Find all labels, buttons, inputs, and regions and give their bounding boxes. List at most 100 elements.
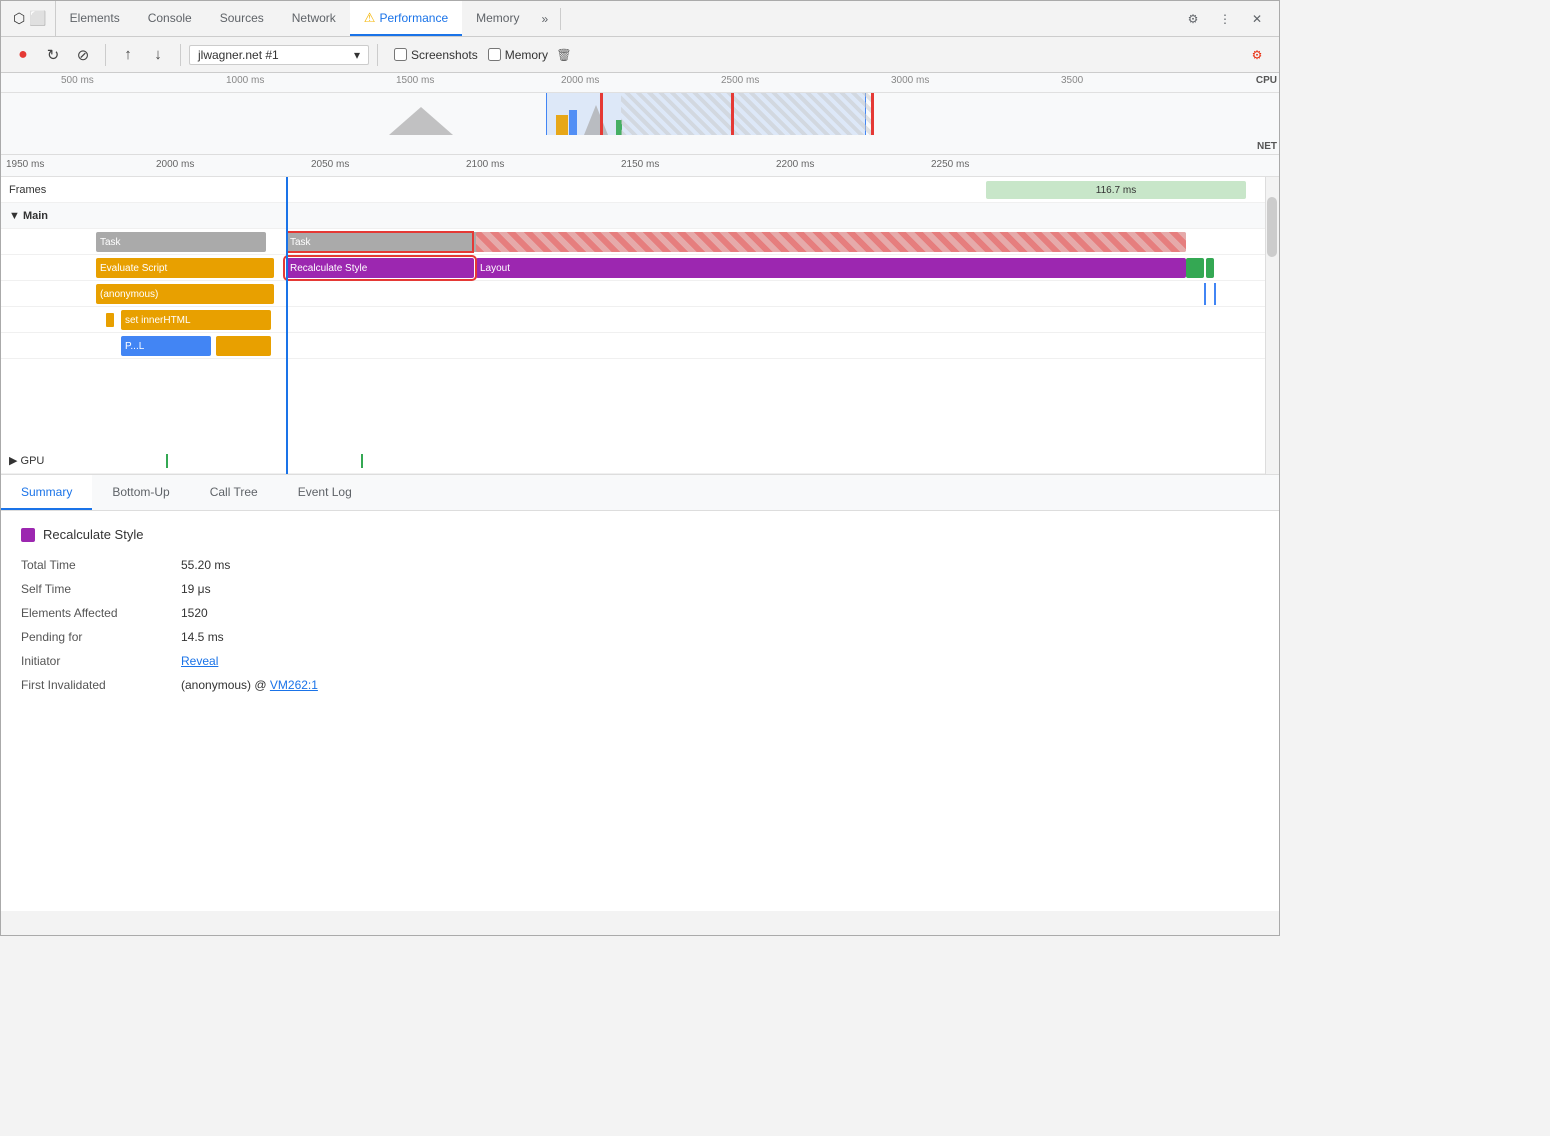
- total-time-label: Total Time: [21, 558, 181, 572]
- screenshots-checkbox[interactable]: [394, 48, 407, 61]
- tab-memory[interactable]: Memory: [462, 1, 533, 36]
- layout-bar[interactable]: Layout: [476, 258, 1186, 278]
- vm262-link[interactable]: VM262:1: [270, 678, 318, 692]
- first-invalidated-value: (anonymous) @ VM262:1: [181, 678, 318, 692]
- warning-icon: ⚠: [364, 10, 376, 26]
- frames-label: Frames: [1, 177, 86, 203]
- detail-timeline[interactable]: 1950 ms 2000 ms 2050 ms 2100 ms 2150 ms …: [1, 155, 1279, 475]
- more-options-button[interactable]: ⋮: [1211, 5, 1239, 33]
- recalculate-style-bar[interactable]: Recalculate Style: [286, 258, 474, 278]
- tab-call-tree[interactable]: Call Tree: [190, 475, 278, 510]
- settings-button[interactable]: ⚙: [1179, 5, 1207, 33]
- download-icon: ↓: [154, 46, 162, 63]
- initiator-label: Initiator: [21, 654, 181, 668]
- blue-line-1: [1204, 283, 1206, 305]
- pl-label: [1, 333, 86, 359]
- self-time-value: 19 μs: [181, 582, 211, 596]
- pl-bar[interactable]: P...L: [121, 336, 211, 356]
- gpu-tick-1: [166, 454, 168, 468]
- green-bar-1: [1186, 258, 1204, 278]
- timeline-overview[interactable]: 500 ms 1000 ms 1500 ms 2000 ms 2500 ms 3…: [1, 73, 1279, 155]
- green-bar-2: [1206, 258, 1214, 278]
- screenshots-checkbox-label[interactable]: Screenshots: [394, 48, 478, 62]
- self-time-label: Self Time: [21, 582, 181, 596]
- main-label[interactable]: ▼ Main: [1, 203, 86, 229]
- initiator-reveal-link[interactable]: Reveal: [181, 654, 218, 668]
- evaluate-label: [1, 255, 86, 281]
- ruler-tick-3000: 3000 ms: [891, 75, 929, 86]
- detail-tick-2200: 2200 ms: [776, 159, 814, 170]
- evaluate-recalculate-row: Evaluate Script Recalculate Style Layout: [86, 255, 1279, 281]
- summary-content: Recalculate Style Total Time 55.20 ms Se…: [1, 511, 1279, 911]
- scrollbar-thumb[interactable]: [1267, 197, 1277, 257]
- tab-bottom-up[interactable]: Bottom-Up: [92, 475, 189, 510]
- frames-row: 116.7 ms: [86, 177, 1279, 203]
- summary-color-swatch: [21, 528, 35, 542]
- yellow-small-bar: [216, 336, 271, 356]
- small-yellow-marker: [106, 313, 114, 327]
- cursor-icon: ⬡: [13, 10, 25, 27]
- initiator-row: Initiator Reveal: [21, 654, 1259, 668]
- gpu-content: [86, 448, 1279, 473]
- elements-affected-value: 1520: [181, 606, 208, 620]
- set-innerhtml-row: set innerHTML: [86, 307, 1279, 333]
- ruler-tick-2500: 2500 ms: [721, 75, 759, 86]
- first-invalidated-anon: (anonymous) @ VM262:1: [181, 678, 318, 692]
- tab-performance[interactable]: ⚠ Performance: [350, 1, 462, 36]
- cpu-shape-blue: [569, 110, 577, 135]
- performance-settings-button[interactable]: ⚙: [1243, 41, 1271, 69]
- task-bar-1[interactable]: Task: [96, 232, 266, 252]
- toolbar-separator-1: [105, 44, 106, 66]
- record-button[interactable]: ●: [9, 41, 37, 69]
- tab-right-icons: ⚙ ⋮ ✕: [1179, 5, 1275, 33]
- set-innerhtml-bar[interactable]: set innerHTML: [121, 310, 271, 330]
- ruler-tick-2000: 2000 ms: [561, 75, 599, 86]
- total-time-row: Total Time 55.20 ms: [21, 558, 1259, 572]
- tab-elements[interactable]: Elements: [56, 1, 134, 36]
- cpu-shape-1: [381, 107, 461, 135]
- tab-sources[interactable]: Sources: [206, 1, 278, 36]
- detail-tick-2100: 2100 ms: [466, 159, 504, 170]
- ruler-tick-500: 500 ms: [61, 75, 94, 86]
- task-row-1: Task Task: [86, 229, 1279, 255]
- tab-icons: ⬡ ⬜: [5, 1, 56, 36]
- bottom-panel: Summary Bottom-Up Call Tree Event Log Re…: [1, 475, 1279, 911]
- tab-network[interactable]: Network: [278, 1, 350, 36]
- timeline-rows-container: 116.7 ms Task Task Evaluate Script R: [86, 177, 1279, 359]
- close-button[interactable]: ✕: [1243, 5, 1271, 33]
- inspect-icon[interactable]: ⬜: [29, 10, 46, 27]
- frame-bar[interactable]: 116.7 ms: [986, 181, 1246, 199]
- tab-more-button[interactable]: »: [533, 12, 556, 26]
- upload-button[interactable]: ↑: [114, 41, 142, 69]
- detail-tick-2250: 2250 ms: [931, 159, 969, 170]
- gpu-row[interactable]: ▶ GPU: [1, 448, 1279, 474]
- clear-button[interactable]: ⊘: [69, 41, 97, 69]
- performance-toolbar: ● ↻ ⊘ ↑ ↓ jlwagner.net #1 ▾ Screenshots …: [1, 37, 1279, 73]
- tab-summary[interactable]: Summary: [1, 475, 92, 510]
- blue-line-2: [1214, 283, 1216, 305]
- reload-button[interactable]: ↻: [39, 41, 67, 69]
- pending-for-value: 14.5 ms: [181, 630, 224, 644]
- ruler-spacer: [1, 155, 86, 177]
- tab-event-log[interactable]: Event Log: [278, 475, 372, 510]
- profile-selector[interactable]: jlwagner.net #1 ▾: [189, 45, 369, 65]
- red-mark-3: [871, 93, 874, 135]
- detail-tick-2150: 2150 ms: [621, 159, 659, 170]
- red-mark-2: [731, 93, 734, 135]
- gpu-label[interactable]: ▶ GPU: [1, 454, 86, 467]
- clear-icon: ⊘: [77, 46, 90, 64]
- red-mark-1: [600, 93, 603, 135]
- row-labels: Frames ▼ Main: [1, 155, 86, 359]
- evaluate-script-bar[interactable]: Evaluate Script: [96, 258, 274, 278]
- anonymous-bar[interactable]: (anonymous): [96, 284, 274, 304]
- tab-console[interactable]: Console: [134, 1, 206, 36]
- vertical-scrollbar[interactable]: [1265, 177, 1279, 474]
- delete-profile-button[interactable]: 🗑: [550, 41, 578, 69]
- download-button[interactable]: ↓: [144, 41, 172, 69]
- pending-for-row: Pending for 14.5 ms: [21, 630, 1259, 644]
- pending-for-label: Pending for: [21, 630, 181, 644]
- memory-checkbox[interactable]: [488, 48, 501, 61]
- memory-checkbox-label[interactable]: Memory: [488, 48, 548, 62]
- task-label: [1, 229, 86, 255]
- dropdown-arrow-icon: ▾: [354, 48, 360, 62]
